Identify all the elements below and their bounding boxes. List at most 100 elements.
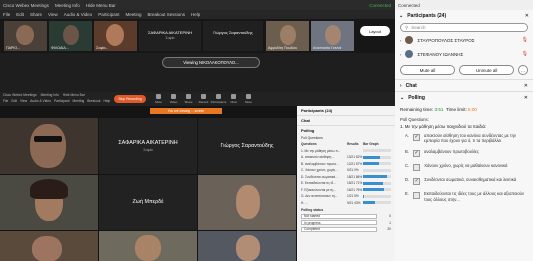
checked-checkbox-icon[interactable]: ✓ [413, 178, 421, 186]
video-thumb[interactable]: ΠΑΡΙΟ... [4, 21, 47, 51]
result-percent: 18/21 86% [347, 174, 363, 179]
poll-option[interactable]: E. Εκπαιδεύονται τις ιδέες τους με άλλους… [395, 188, 533, 204]
video-thumb[interactable]: ΣΑΦΑΡΙΚΑ ΑΙΚΑΤΕΡΙΝΗ Σοφία [139, 21, 201, 51]
inner-chat-title: Chat [301, 118, 310, 123]
viewing-indicator[interactable]: Viewing ΝΙΚΟΛΑΚΟΠΟΥΛΟ... [162, 57, 260, 68]
remaining-label: Remaining time: [400, 107, 434, 112]
participants-title: Participants (24) [407, 13, 447, 19]
video-thumb[interactable]: Αφροδίτη Πουλίου [266, 21, 309, 51]
poll-option[interactable]: C. Χάνουν χρόνο, χωρίς να μαθαίνουν κανον… [395, 160, 533, 174]
meeting-info-button[interactable]: Meeting Info [55, 3, 80, 8]
participant-row[interactable]: › ΣΤΑΥΡΟΠΟΥΛΟΣ ΣΤΑΥΡΟΣ 🎙 [395, 33, 533, 47]
video-tile [0, 175, 98, 230]
participants-header[interactable]: ⌄ Participants (24) ✕ [395, 10, 533, 22]
poll-option[interactable]: B. ✓ αναλαμβάνουν πρωτοβουλίες [395, 146, 533, 160]
status-row: Completed 20 [297, 226, 395, 233]
inner-tb-label: Participants [210, 100, 227, 104]
poll-question: 1. Με την μάθηση μέσω παιχνιδιού τα παιδ… [400, 124, 487, 129]
results-list: 1. Με την μάθηση μέσω π... A. αποκτούν αί… [297, 148, 395, 207]
layout-label: Layout [368, 28, 381, 34]
thumb-name: ΣΑΦΑΡΙΚΑ ΑΙΚΑΤΕΡΙΝΗ [147, 30, 193, 35]
layout-button[interactable]: Layout [360, 26, 390, 36]
more-options-button[interactable]: ... [518, 65, 528, 75]
menu-view[interactable]: View [48, 12, 58, 17]
connected-indicator: Connected [398, 2, 420, 8]
result-question: 1. Με την μάθηση μέσω π... [301, 148, 341, 153]
participant-row[interactable]: › ΣΤΕΦΑΝΟΥ ΙΩΑΝΝΗΣ 🎙 [395, 47, 533, 61]
camera-icon [171, 94, 176, 99]
result-bar [363, 168, 391, 172]
poll-options: A. ✓ αποκτούν αίσθηση του κανόνα συνδέοντα… [395, 130, 533, 205]
video-thumb[interactable]: Σοφία... [94, 21, 137, 51]
option-text: αποκτούν αίσθηση του κανόνα συνδέοντας μ… [423, 133, 517, 144]
tile-name: Γιώργος Σαραντούδης [220, 143, 274, 149]
chat-title: Chat [405, 82, 417, 89]
inner-participants-button: Participants [210, 94, 227, 105]
mute-all-label: Mute all [419, 67, 436, 73]
close-icon[interactable]: ✕ [525, 13, 529, 19]
mic-muted-icon[interactable]: 🎙 [522, 37, 528, 43]
face-image [325, 25, 341, 45]
video-tile [99, 231, 197, 261]
inner-app-title: Cisco Webex Meetings [3, 93, 37, 97]
result-percent: 0/21 0% [347, 168, 359, 173]
poll-option[interactable]: D. ✓ Συνδέονται σωματικά, συναισθηματικά κ… [395, 174, 533, 188]
mute-all-button[interactable]: Mute all [400, 65, 456, 75]
video-tile [198, 231, 296, 261]
result-percent: 15/21 71% [347, 181, 363, 186]
result-bar [363, 162, 391, 166]
result-bar [363, 155, 391, 159]
result-question: H. ... [301, 200, 308, 205]
result-bar-fill [363, 188, 385, 192]
thumb-sub: Σοφία [165, 36, 175, 40]
menu-breakout[interactable]: Breakout Sessions [147, 12, 185, 17]
app-title: Cisco Webex Meetings [3, 2, 49, 8]
video-thumb[interactable]: Γιώργος Σαραντούδης [203, 21, 263, 51]
menu-file[interactable]: File [3, 12, 10, 17]
record-icon [201, 94, 206, 99]
hide-menu-bar-button[interactable]: Hide Menu Bar [86, 3, 116, 8]
menu-share[interactable]: Share [30, 12, 42, 17]
inner-polling-title: Polling [301, 128, 315, 133]
inner-tb-label: Video [169, 100, 178, 104]
video-thumb[interactable]: Αναστασία Γιαννά [311, 21, 354, 51]
checkbox-icon[interactable] [412, 192, 420, 200]
menu-edit[interactable]: Edit [16, 12, 24, 17]
result-bar-fill [363, 175, 388, 179]
inner-tb-label: Chat [230, 100, 237, 104]
inner-participants-title: Participants (24) [301, 108, 333, 113]
col-results: Results [347, 142, 359, 147]
participant-search-input[interactable]: ⚲ Search [400, 23, 528, 32]
result-bar-fill [363, 162, 379, 166]
checkbox-icon[interactable] [413, 164, 421, 172]
people-icon [216, 94, 221, 99]
option-letter: B. [405, 149, 409, 155]
inner-share-button: Share [182, 94, 195, 105]
menu-help[interactable]: Help [191, 12, 200, 17]
window-titlebar: Cisco Webex Meetings Meeting Info Hide M… [0, 0, 395, 10]
inner-mute-button: Mute [152, 94, 165, 105]
polling-status-title: Polling status [301, 208, 324, 212]
face-image [30, 124, 66, 168]
checked-checkbox-icon[interactable]: ✓ [412, 150, 420, 158]
result-question: G. Δεν αναπτύσσουν τη... [301, 194, 338, 199]
mic-muted-icon[interactable]: 🎙 [522, 51, 528, 57]
menu-audio-video[interactable]: Audio & Video [64, 12, 92, 17]
chevron-right-icon: › [400, 37, 402, 43]
option-text: αναλαμβάνουν πρωτοβουλίες [423, 149, 479, 155]
thumb-label: Αναστασία Γιαννά [313, 46, 342, 50]
video-thumb[interactable]: ΦΙΛΩΑΙΔ... [49, 21, 92, 51]
close-icon[interactable]: ✕ [524, 83, 528, 89]
result-bar-fill [363, 181, 383, 185]
menu-participant[interactable]: Participant [98, 12, 119, 17]
remaining-value: 3:51 [434, 107, 444, 112]
inner-menu-item: File [3, 99, 9, 103]
chat-header[interactable]: › Chat ✕ [395, 79, 533, 91]
checked-checkbox-icon[interactable]: ✓ [412, 134, 420, 141]
polling-header[interactable]: ⌄ Polling ✕ [395, 91, 533, 103]
poll-option[interactable]: A. ✓ αποκτούν αίσθηση του κανόνα συνδέοντα… [395, 130, 533, 146]
menu-meeting[interactable]: Meeting [125, 12, 141, 17]
unmute-all-button[interactable]: Unmute all [459, 65, 515, 75]
close-icon[interactable]: ✕ [524, 95, 528, 101]
face-image [236, 235, 260, 261]
